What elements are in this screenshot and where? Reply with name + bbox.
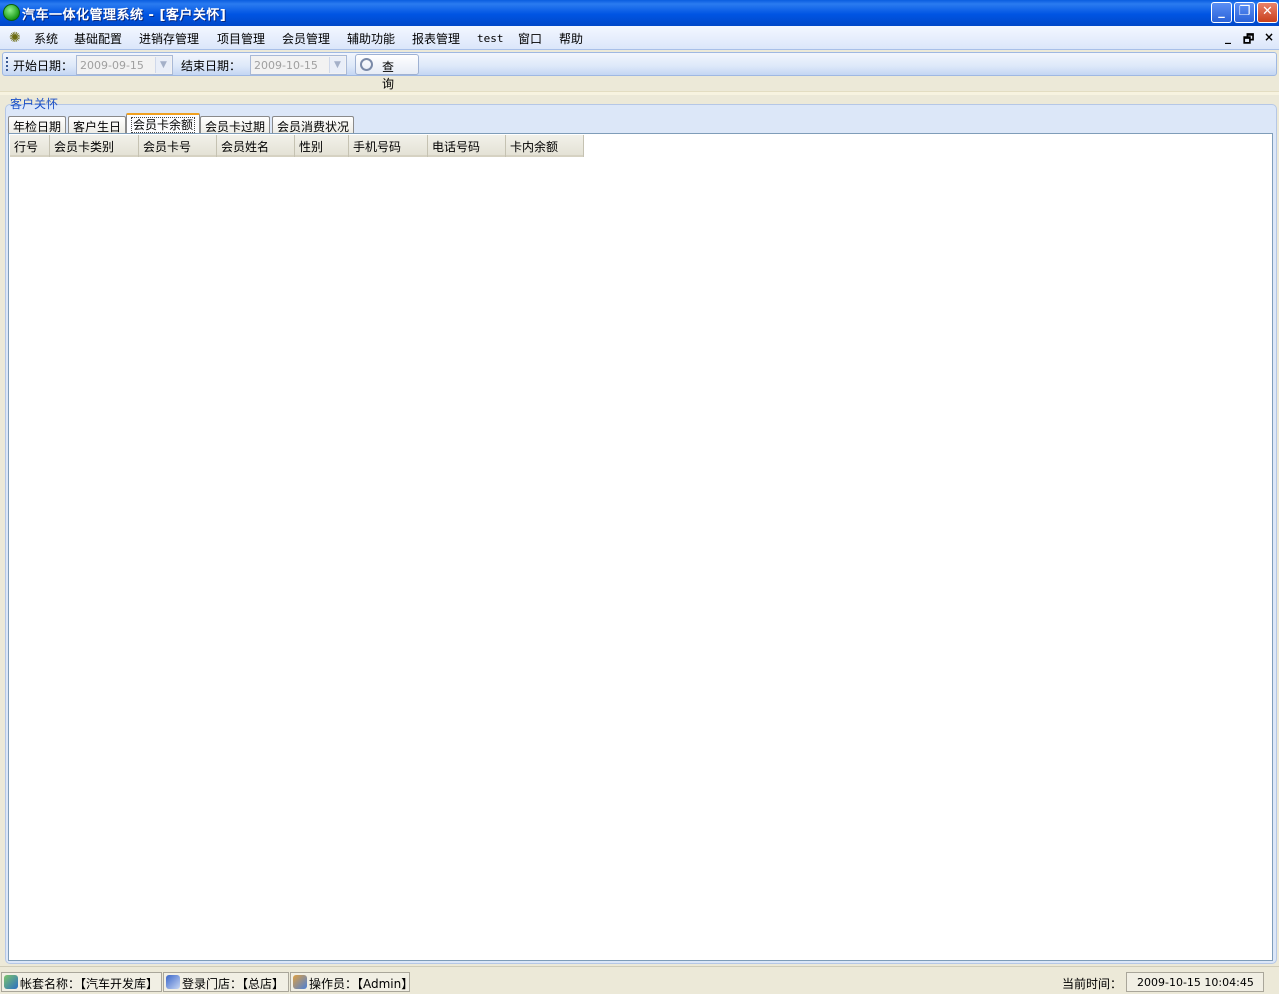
col-mobile[interactable]: 手机号码 [349,135,428,157]
chevron-down-icon[interactable]: ▼ [329,57,345,73]
status-bar: 帐套名称：【汽车开发库】 登录门店：【总店】 操作员：【Admin】 当前时间：… [0,966,1279,994]
restore-button[interactable]: ❐ [1234,2,1255,23]
menu-reports[interactable]: 报表管理 [412,30,460,47]
end-date-picker[interactable]: 2009-10-15 ▼ [250,55,347,75]
lightbulb-icon[interactable]: ✺ [9,30,23,46]
menu-inventory[interactable]: 进销存管理 [139,30,199,47]
tab-card-expiry[interactable]: 会员卡过期 [200,116,271,134]
col-card-balance[interactable]: 卡内余额 [506,135,584,157]
data-grid[interactable]: 行号 会员卡类别 会员卡号 会员姓名 性别 手机号码 电话号码 卡内余额 [8,133,1273,961]
mdi-close-button[interactable]: × [1264,30,1274,44]
menu-auxiliary[interactable]: 辅助功能 [347,30,395,47]
menu-basic-config[interactable]: 基础配置 [74,30,122,47]
close-button[interactable]: ✕ [1257,2,1278,23]
search-icon [360,58,373,71]
store-icon [166,975,180,989]
status-operator: 操作员：【Admin】 [290,972,414,992]
current-time-label: 当前时间： [1062,977,1123,991]
tab-card-balance-label: 会员卡余额 [131,117,196,133]
query-button[interactable]: 查 询 [355,54,419,91]
menu-project[interactable]: 项目管理 [217,30,265,47]
col-phone[interactable]: 电话号码 [428,135,506,157]
tab-card-balance[interactable]: 会员卡余额 [126,113,201,134]
status-account-text: 帐套名称：【汽车开发库】 [20,977,159,991]
col-member-name[interactable]: 会员姓名 [217,135,295,157]
menu-window[interactable]: 窗口 [518,30,542,47]
toolbar-grip[interactable] [6,57,8,72]
group-title: 客户关怀 [10,97,59,111]
chevron-down-icon[interactable]: ▼ [155,57,171,73]
col-gender[interactable]: 性别 [295,135,349,157]
start-date-label: 开始日期： [13,59,74,73]
filter-toolbar: 开始日期： 2009-09-15 ▼ 结束日期： 2009-10-15 ▼ 查 … [2,52,1277,91]
status-store-text: 登录门店：【总店】 [182,977,285,991]
menu-system[interactable]: 系统 [34,30,58,47]
col-card-type[interactable]: 会员卡类别 [50,135,139,157]
status-account: 帐套名称：【汽车开发库】 [1,972,162,992]
start-date-picker[interactable]: 2009-09-15 ▼ [76,55,173,75]
col-row-number[interactable]: 行号 [10,135,50,157]
end-date-label: 结束日期： [181,59,242,73]
col-card-number[interactable]: 会员卡号 [139,135,217,157]
tab-customer-birthday[interactable]: 客户生日 [68,116,127,134]
menu-bar: ✺ 系统 基础配置 进销存管理 项目管理 会员管理 辅助功能 报表管理 test… [0,26,1279,50]
mdi-minimize-button[interactable]: _ [1225,30,1231,44]
current-time-value: 2009-10-15 10:04:45 [1126,972,1264,992]
database-icon [4,975,18,989]
minimize-button[interactable]: _ [1211,2,1232,23]
app-icon [3,4,20,21]
tab-inspection-date[interactable]: 年检日期 [8,116,67,134]
menu-member[interactable]: 会员管理 [282,30,330,47]
title-bar: 汽车一体化管理系统 - [客户关怀] _ ❐ ✕ [0,0,1279,26]
menu-test[interactable]: test [477,32,504,45]
users-icon [293,975,307,989]
status-store: 登录门店：【总店】 [163,972,289,992]
end-date-value: 2009-10-15 [254,59,318,72]
separator [0,91,1279,95]
mdi-restore-button[interactable]: 🗗 [1243,30,1254,51]
tab-consumption-status[interactable]: 会员消费状况 [272,116,355,134]
start-date-value: 2009-09-15 [80,59,144,72]
window-title: 汽车一体化管理系统 - [客户关怀] [22,8,227,23]
status-operator-text: 操作员：【Admin】 [309,977,414,991]
grid-header: 行号 会员卡类别 会员卡号 会员姓名 性别 手机号码 电话号码 卡内余额 [10,135,584,157]
menu-help[interactable]: 帮助 [559,30,583,47]
